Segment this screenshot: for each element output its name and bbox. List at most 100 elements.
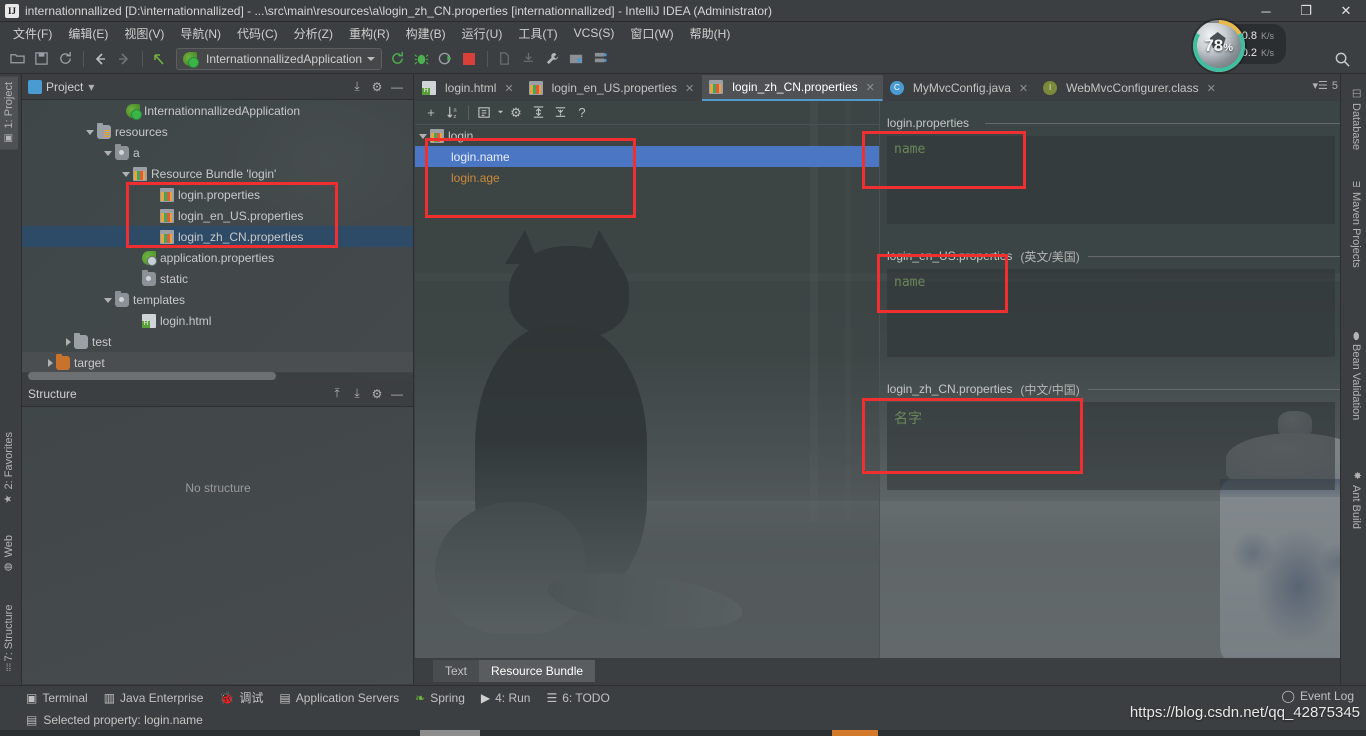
help-icon[interactable]: ? (572, 103, 592, 123)
group-icon[interactable] (474, 103, 494, 123)
tree-item-test[interactable]: test (22, 331, 413, 352)
hide-panel-icon[interactable]: — (387, 77, 407, 97)
tab-resource-bundle-view[interactable]: Resource Bundle (479, 660, 596, 682)
tab-webmvcconfigurer-class[interactable]: WebMvcConfigurer.class ✕ (1036, 75, 1224, 101)
build-module-icon[interactable] (517, 48, 539, 70)
tree-arrow-collapsed[interactable] (66, 337, 71, 346)
taskbar-item-active[interactable] (832, 730, 878, 736)
close-icon[interactable]: ✕ (1019, 82, 1028, 95)
tab-mymvcconfig-java[interactable]: MyMvcConfig.java ✕ (883, 75, 1036, 101)
search-everywhere-icon[interactable] (1330, 47, 1354, 71)
tree-item-target[interactable]: target (22, 352, 413, 373)
tab-list-icon[interactable]: ▾☰ (1312, 79, 1327, 92)
tree-arrow-expanded[interactable] (122, 172, 130, 177)
close-icon[interactable]: ✕ (685, 82, 694, 95)
settings-gear-icon[interactable]: ⚙ (506, 103, 526, 123)
menu-edit[interactable]: 编辑(E) (60, 23, 116, 44)
tool-window-terminal[interactable]: ▣ Terminal (26, 691, 88, 705)
sync-icon[interactable] (54, 48, 76, 70)
sdk-manager-icon[interactable] (589, 48, 611, 70)
menu-tools[interactable]: 工具(T) (510, 23, 565, 44)
sort-az-icon[interactable]: az (443, 103, 463, 123)
menu-help[interactable]: 帮助(H) (682, 23, 739, 44)
tree-item-a[interactable]: a (22, 142, 413, 163)
hide-panel-icon[interactable]: — (387, 384, 407, 404)
tool-window-application-servers[interactable]: ▤ Application Servers (279, 691, 399, 705)
value-input-default[interactable]: name (887, 136, 1335, 224)
tab-text-view[interactable]: Text (433, 660, 480, 682)
tree-item-application[interactable]: InternationnallizedApplication (22, 100, 413, 121)
group-dropdown-caret-icon[interactable] (496, 103, 504, 123)
tab-login-html[interactable]: login.html ✕ (415, 75, 522, 101)
save-icon[interactable] (30, 48, 52, 70)
tree-arrow-expanded[interactable] (86, 130, 94, 135)
menu-analyze[interactable]: 分析(Z) (286, 23, 341, 44)
close-icon[interactable]: ✕ (1207, 82, 1216, 95)
collapse-all-icon[interactable]: ⤓ (347, 384, 367, 404)
menu-navigate[interactable]: 导航(N) (172, 23, 229, 44)
settings-wrench-icon[interactable] (541, 48, 563, 70)
tree-item-templates[interactable]: templates (22, 289, 413, 310)
menu-code[interactable]: 代码(C) (229, 23, 286, 44)
debug-icon[interactable] (410, 48, 432, 70)
tree-arrow-expanded[interactable] (104, 298, 112, 303)
maximize-button[interactable]: ❐ (1286, 0, 1326, 22)
collapse-all-icon[interactable]: ⤓ (347, 77, 367, 97)
run-with-coverage-icon[interactable] (434, 48, 456, 70)
bundle-key-login-age[interactable]: login.age (415, 167, 879, 188)
scrollbar-thumb[interactable] (28, 372, 276, 380)
run-configuration-selector[interactable]: InternationnallizedApplication (176, 47, 383, 70)
menu-window[interactable]: 窗口(W) (622, 23, 681, 44)
sidebar-item-project[interactable]: ▣ 1: Project (0, 76, 18, 150)
tree-item-login-html[interactable]: login.html (22, 310, 413, 331)
close-icon[interactable]: ✕ (866, 81, 875, 94)
settings-gear-icon[interactable]: ⚙ (367, 77, 387, 97)
close-button[interactable]: ✕ (1326, 0, 1366, 22)
tree-arrow-expanded[interactable] (104, 151, 112, 156)
value-input-zh-cn[interactable]: 名字 (887, 402, 1335, 490)
sidebar-item-structure[interactable]: ⁞⁞ 7: Structure (0, 599, 18, 677)
menu-refactor[interactable]: 重构(R) (341, 23, 398, 44)
taskbar-item[interactable] (420, 730, 480, 736)
project-view-dropdown-icon[interactable]: ▾ (88, 80, 94, 94)
event-log-button[interactable]: ◯ Event Log (1282, 689, 1354, 703)
bundle-key-login-name[interactable]: login.name (415, 146, 879, 167)
forward-arrow-icon[interactable] (113, 48, 135, 70)
tree-item-static[interactable]: static (22, 268, 413, 289)
tree-item-login-properties[interactable]: login.properties (22, 184, 413, 205)
tree-item-login-en-us-properties[interactable]: login_en_US.properties (22, 205, 413, 226)
open-folder-icon[interactable] (6, 48, 28, 70)
build-icon[interactable] (493, 48, 515, 70)
add-property-icon[interactable]: + (421, 103, 441, 123)
sidebar-item-web[interactable]: ◍ Web (0, 529, 18, 578)
sidebar-item-database[interactable]: ◫ Database (1347, 82, 1365, 156)
sidebar-item-maven[interactable]: m Maven Projects (1347, 174, 1365, 274)
tab-login-en-us-properties[interactable]: login_en_US.properties ✕ (522, 75, 703, 101)
value-input-en-us[interactable]: name (887, 269, 1335, 357)
tool-window-todo[interactable]: ☰ 6: TODO (546, 691, 609, 705)
sidebar-item-bean-validation[interactable]: ⬬ Bean Validation (1347, 324, 1365, 426)
expand-all-icon[interactable] (528, 103, 548, 123)
undo-icon[interactable] (148, 48, 170, 70)
expand-all-icon[interactable]: ⤒ (327, 384, 347, 404)
menu-run[interactable]: 运行(U) (454, 23, 511, 44)
tab-login-zh-cn-properties[interactable]: login_zh_CN.properties ✕ (702, 75, 883, 101)
menu-build[interactable]: 构建(B) (398, 23, 454, 44)
menu-vcs[interactable]: VCS(S) (566, 24, 623, 42)
stop-icon[interactable] (458, 48, 480, 70)
tree-item-resources[interactable]: resources (22, 121, 413, 142)
collapse-all-icon[interactable] (550, 103, 570, 123)
menu-view[interactable]: 视图(V) (116, 23, 172, 44)
project-structure-icon[interactable] (565, 48, 587, 70)
minimize-button[interactable]: ─ (1246, 0, 1286, 22)
run-icon[interactable] (386, 48, 408, 70)
tool-window-java-enterprise[interactable]: ▥ Java Enterprise (104, 691, 204, 705)
tree-arrow-expanded[interactable] (419, 134, 427, 139)
settings-gear-icon[interactable]: ⚙ (367, 384, 387, 404)
tree-item-application-properties[interactable]: application.properties (22, 247, 413, 268)
tool-window-run[interactable]: ▶ 4: Run (481, 691, 531, 705)
tool-window-debug[interactable]: 🐞 调试 (219, 689, 263, 706)
project-tree[interactable]: InternationnallizedApplication resources… (22, 100, 413, 380)
tree-item-login-zh-cn-properties[interactable]: login_zh_CN.properties (22, 226, 413, 247)
sidebar-item-ant-build[interactable]: ✸ Ant Build (1347, 464, 1365, 535)
